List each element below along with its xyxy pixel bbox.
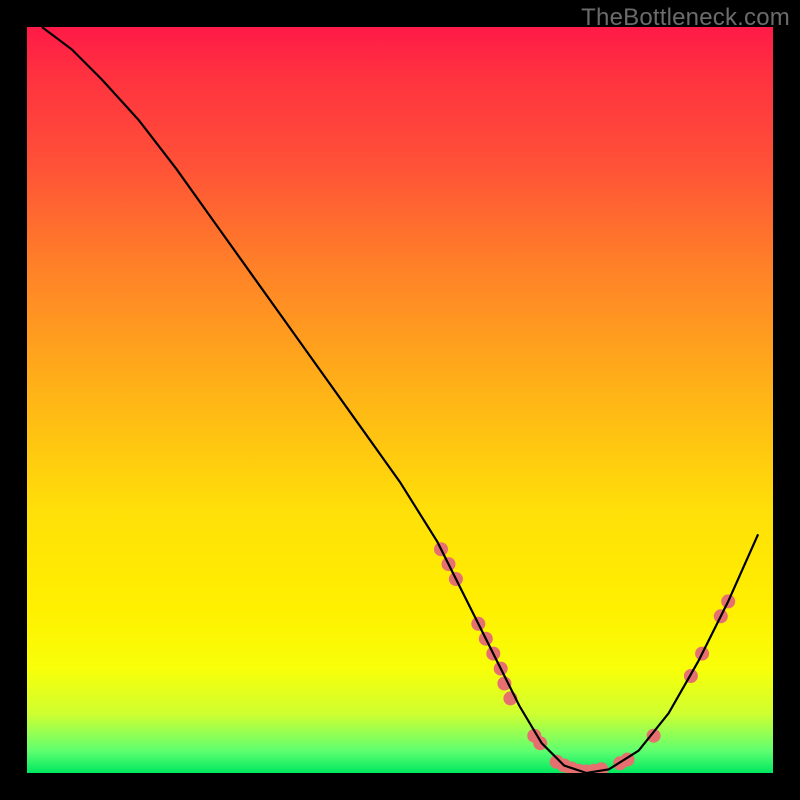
watermark-label: TheBottleneck.com	[581, 4, 790, 32]
data-markers	[434, 542, 735, 773]
bottleneck-curve	[42, 27, 758, 773]
chart-svg	[27, 27, 773, 773]
plot-area	[27, 27, 773, 773]
chart-frame: TheBottleneck.com	[0, 0, 800, 800]
